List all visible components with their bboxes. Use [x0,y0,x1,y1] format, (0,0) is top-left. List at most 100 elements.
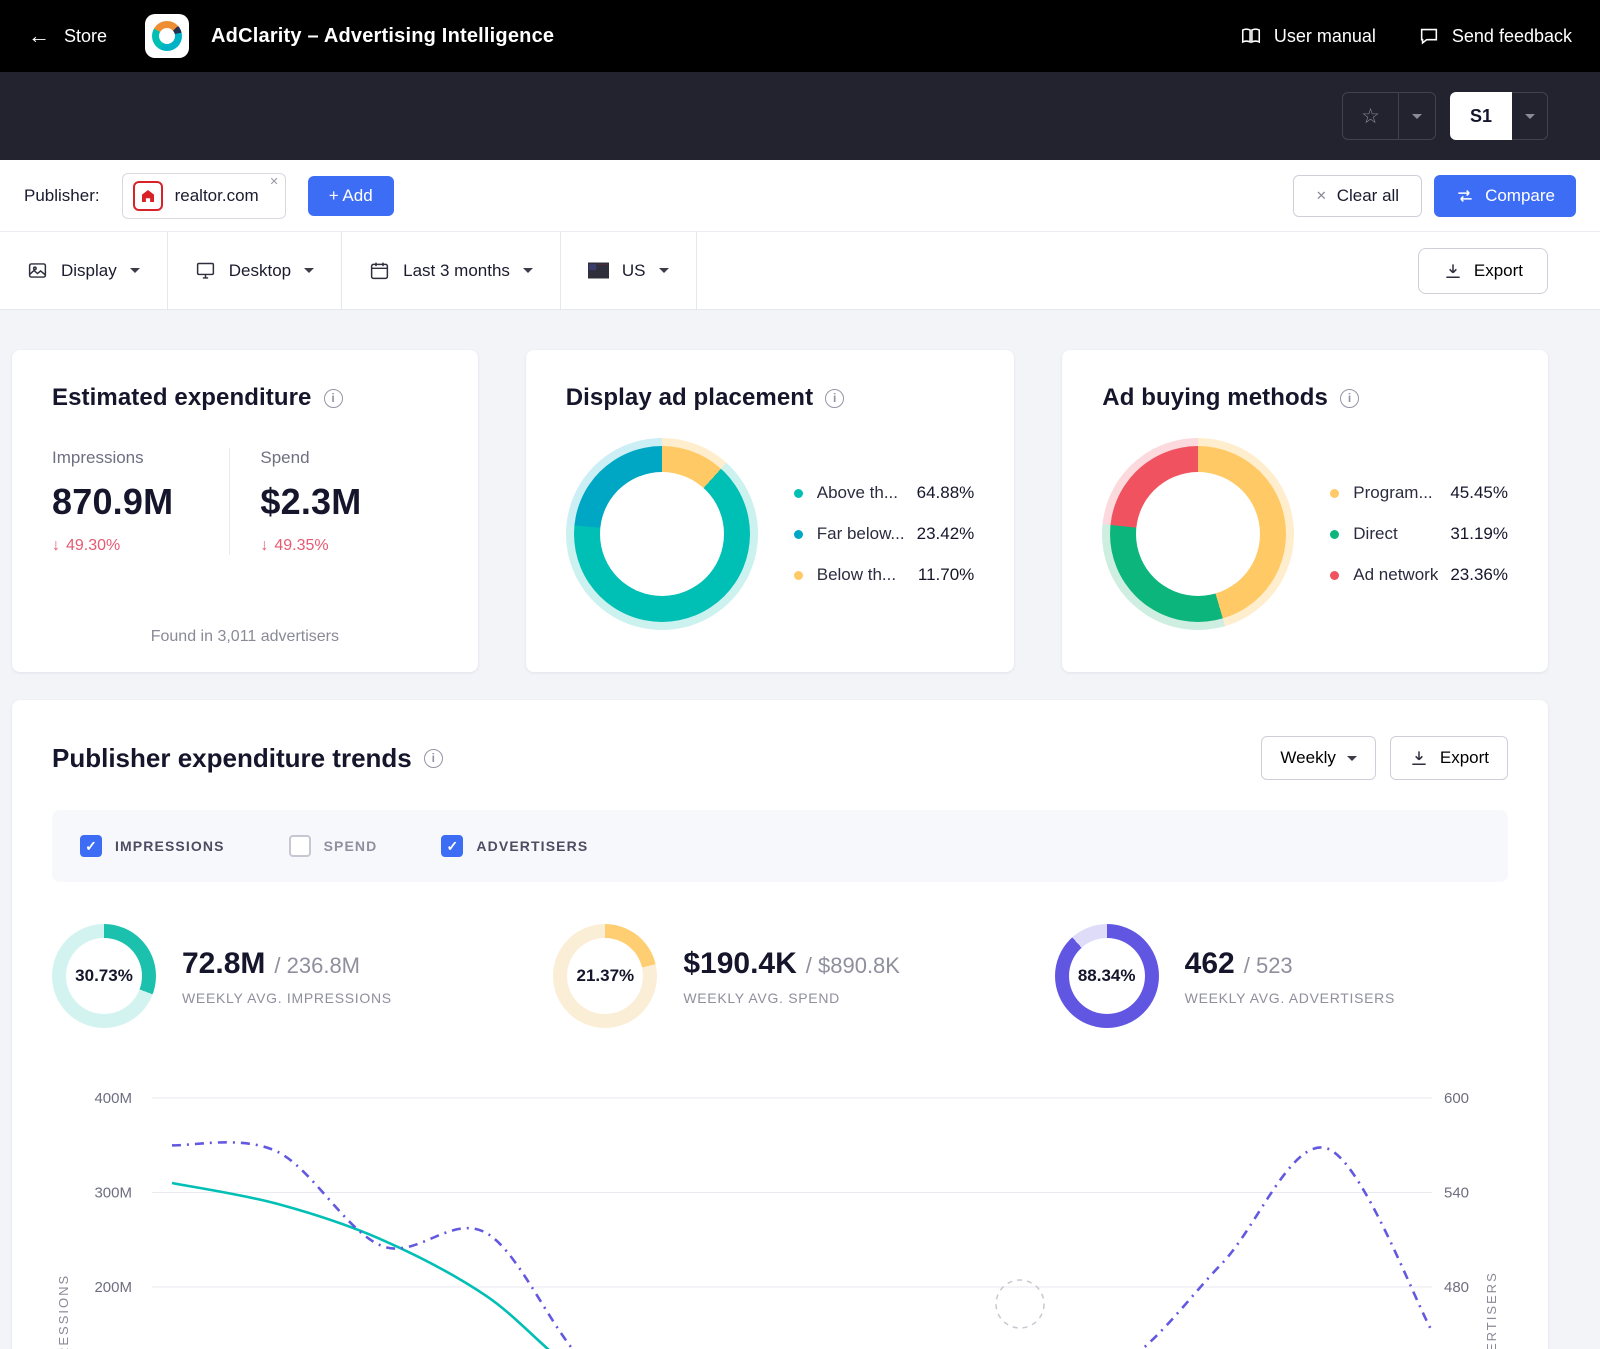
desktop-icon [195,260,216,281]
legend-item[interactable]: Far below... 23.42% [794,524,975,544]
donut-hole [1136,472,1260,596]
svg-text:IMPRESSIONS: IMPRESSIONS [56,1274,71,1349]
legend-item[interactable]: Ad network 23.36% [1330,565,1508,585]
trends-export-button[interactable]: Export [1390,736,1508,780]
clear-icon: ✕ [1316,188,1327,204]
legend-item[interactable]: Below th... 11.70% [794,565,975,585]
advertisers-gauge: 88.34% [1055,924,1159,1028]
svg-text:300M: 300M [94,1185,132,1202]
placement-legend: Above th... 64.88% Far below... 23.42% B… [794,483,975,585]
summary-advertisers: 88.34% 462 523 WEEKLY AVG. ADVERTISERS [1055,924,1508,1028]
publisher-bar: Publisher: realtor.com ✕ + Add ✕ Clear a… [0,160,1600,232]
adclarity-logo [145,14,189,58]
trends-export-label: Export [1440,748,1489,768]
legend-value: 45.45% [1438,483,1508,503]
summary-spend: 21.37% $190.4K $890.8K WEEKLY AVG. SPEND [553,924,1006,1028]
send-feedback-label: Send feedback [1452,26,1572,47]
info-icon[interactable] [1340,389,1359,408]
buying-methods-donut-chart [1102,438,1294,630]
checkbox-icon [289,835,311,857]
toggle-impressions[interactable]: IMPRESSIONS [80,835,225,857]
impressions-change: ↓ 49.30% [52,537,229,555]
spend-change-value: 49.35% [274,537,328,555]
filter-date-range-label: Last 3 months [403,261,510,281]
legend-label: Program... [1353,483,1432,503]
legend-value: 11.70% [906,565,974,585]
expenditure-line-chart: 400M600300M540200M480IMPRESSIONSADVERTIS… [52,1058,1508,1349]
preset-button-group: S1 [1450,92,1548,140]
spend-change: ↓ 49.35% [260,537,437,555]
download-icon [1443,261,1463,281]
checkbox-icon [441,835,463,857]
app-title: AdClarity – Advertising Intelligence [211,25,554,48]
workspace-bar: ☆ S1 [0,72,1600,160]
placement-donut-chart [566,438,758,630]
feedback-icon [1418,25,1440,47]
interval-label: Weekly [1280,748,1335,768]
add-publisher-button[interactable]: + Add [308,176,394,216]
preset-button[interactable]: S1 [1450,92,1512,140]
main-content: Estimated expenditure Impressions 870.9M… [0,310,1600,1349]
summary-caption: WEEKLY AVG. SPEND [683,990,900,1006]
filter-device-label: Desktop [229,261,291,281]
favorite-button-group: ☆ [1342,92,1436,140]
chip-close-icon[interactable]: ✕ [269,175,278,188]
spend-label: Spend [260,448,437,468]
gauge-percent: 88.34% [1078,966,1136,986]
impressions-metric: Impressions 870.9M ↓ 49.30% [52,448,230,555]
card-title: Ad buying methods [1102,384,1328,412]
export-label: Export [1474,261,1523,281]
send-feedback-link[interactable]: Send feedback [1418,25,1572,47]
favorite-button[interactable]: ☆ [1343,93,1399,139]
ad-buying-methods-card: Ad buying methods Program... 45.45% [1062,350,1548,672]
legend-item[interactable]: Program... 45.45% [1330,483,1508,503]
clear-all-button[interactable]: ✕ Clear all [1293,175,1422,217]
checkbox-icon [80,835,102,857]
download-icon [1409,748,1429,768]
filter-country-label: US [622,261,646,281]
legend-label: Below th... [817,565,896,585]
store-label: Store [64,26,107,47]
svg-text:ADVERTISERS: ADVERTISERS [1484,1271,1499,1349]
legend-label: Above th... [817,483,898,503]
overview-cards-row: Estimated expenditure Impressions 870.9M… [12,350,1548,672]
export-button[interactable]: Export [1418,248,1548,294]
filter-country[interactable]: US [561,232,697,309]
series-toggle-bar: IMPRESSIONS SPEND ADVERTISERS [52,810,1508,882]
preset-label: S1 [1470,106,1492,127]
chevron-down-icon [304,268,314,273]
legend-value: 31.19% [1438,524,1508,544]
legend-item[interactable]: Above th... 64.88% [794,483,975,503]
summary-value: $190.4K [683,947,796,981]
summary-impressions: 30.73% 72.8M 236.8M WEEKLY AVG. IMPRESSI… [52,924,505,1028]
info-icon[interactable] [424,749,443,768]
realtor-logo-icon [133,181,163,211]
preset-dropdown[interactable] [1512,92,1548,140]
impressions-change-value: 49.30% [66,537,120,555]
favorite-dropdown[interactable] [1399,93,1435,139]
legend-dot [1330,489,1339,498]
publisher-chip[interactable]: realtor.com ✕ [122,173,286,219]
summary-caption: WEEKLY AVG. IMPRESSIONS [182,990,392,1006]
info-icon[interactable] [324,389,343,408]
compare-button[interactable]: Compare [1434,175,1576,217]
clear-all-label: Clear all [1337,186,1399,206]
toggle-advertisers[interactable]: ADVERTISERS [441,835,588,857]
filter-device[interactable]: Desktop [168,232,342,309]
trends-title: Publisher expenditure trends [52,743,412,774]
info-icon[interactable] [825,389,844,408]
filter-date-range[interactable]: Last 3 months [342,232,561,309]
toggle-spend[interactable]: SPEND [289,835,378,857]
spend-metric: Spend $2.3M ↓ 49.35% [230,448,437,555]
book-icon [1240,25,1262,47]
buying-methods-legend: Program... 45.45% Direct 31.19% Ad netwo… [1330,483,1508,585]
filter-media-type[interactable]: Display [0,232,168,309]
legend-item[interactable]: Direct 31.19% [1330,524,1508,544]
legend-label: Direct [1353,524,1397,544]
store-back-link[interactable]: ← Store [28,25,107,47]
user-manual-link[interactable]: User manual [1240,25,1376,47]
chevron-down-icon [659,268,669,273]
toggle-label: SPEND [324,838,378,854]
svg-text:400M: 400M [94,1090,132,1107]
interval-select[interactable]: Weekly [1261,736,1375,780]
